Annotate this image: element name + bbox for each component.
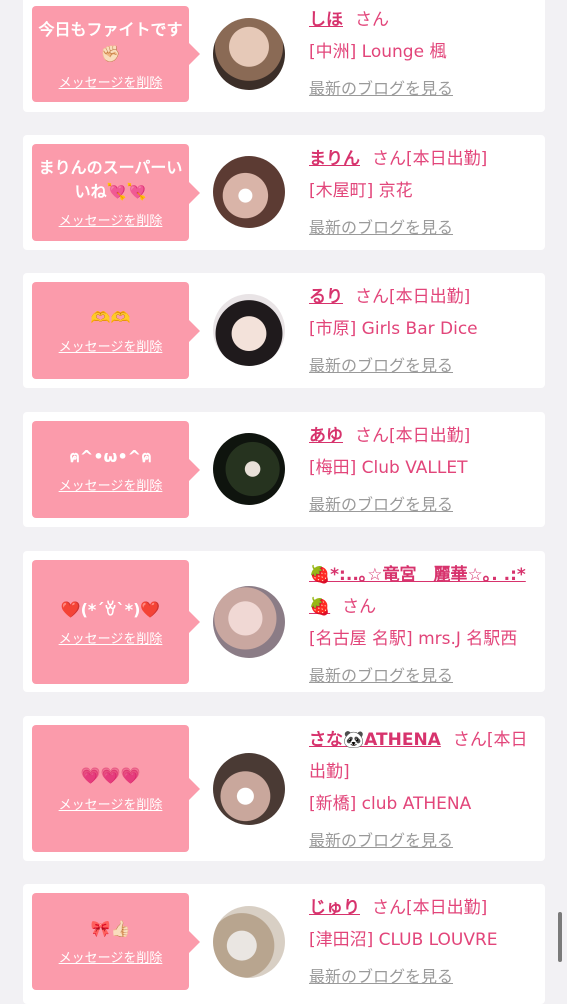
list-item: 🫶🫶 メッセージを削除 るり さん[本日出勤] [市原] Girls Bar Di…	[23, 273, 545, 388]
shop-name: [名古屋 名駅] mrs.J 名駅西	[309, 629, 518, 649]
message-bubble: ❤️(*´ꈊ`*)❤️ メッセージを削除	[32, 560, 200, 684]
blog-link[interactable]: 最新のブログを見る	[309, 826, 537, 856]
list-item: ฅ^•ω•^ฅ メッセージを削除 あゆ さん[本日出勤] [梅田] Club VA…	[23, 412, 545, 527]
list-item: まりんのスーパーいいね💘💘 メッセージを削除 まりん さん[本日出勤] [木屋町]…	[23, 135, 545, 250]
shop-name: [市原] Girls Bar Dice	[309, 319, 478, 339]
message-text: ฅ^•ω•^ฅ	[69, 447, 152, 466]
list-item: ❤️(*´ꈊ`*)❤️ メッセージを削除 🍓*:..｡☆竜宮 麗華☆｡. .:*…	[23, 551, 545, 692]
delete-message-link[interactable]: メッセージを削除	[59, 72, 163, 91]
message-text: 今日もファイトです✊🏻	[38, 19, 183, 63]
avatar[interactable]	[213, 753, 285, 825]
name-suffix: さん	[342, 597, 377, 617]
message-bubble: 💗💗💗 メッセージを削除	[32, 725, 200, 852]
avatar[interactable]	[213, 433, 285, 505]
name-suffix: さん[本日出勤]	[355, 287, 471, 307]
shop-name: [中洲] Lounge 楓	[309, 42, 447, 62]
shop-name: [木屋町] 京花	[309, 181, 413, 201]
name-suffix: さん[本日出勤]	[372, 898, 488, 918]
delete-message-link[interactable]: メッセージを削除	[59, 210, 163, 229]
shop-name: [梅田] Club VALLET	[309, 458, 468, 478]
blog-link[interactable]: 最新のブログを見る	[309, 962, 537, 992]
message-bubble: まりんのスーパーいいね💘💘 メッセージを削除	[32, 144, 200, 241]
cast-name-link[interactable]: さな🐼ATHENA	[309, 730, 441, 750]
shop-name: [津田沼] CLUB LOUVRE	[309, 930, 498, 950]
delete-message-link[interactable]: メッセージを削除	[59, 947, 163, 966]
delete-message-link[interactable]: メッセージを削除	[59, 628, 163, 647]
blog-link[interactable]: 最新のブログを見る	[309, 351, 537, 381]
message-text: ❤️(*´ꈊ`*)❤️	[60, 599, 161, 619]
message-bubble: ฅ^•ω•^ฅ メッセージを削除	[32, 421, 200, 518]
blog-link[interactable]: 最新のブログを見る	[309, 213, 537, 243]
avatar[interactable]	[213, 906, 285, 978]
message-text: 🫶🫶	[90, 308, 131, 327]
avatar[interactable]	[213, 294, 285, 366]
name-suffix: さん	[355, 10, 389, 30]
cast-name-link[interactable]: じゅり	[309, 898, 360, 918]
message-bubble: 今日もファイトです✊🏻 メッセージを削除	[32, 6, 200, 102]
blog-link[interactable]: 最新のブログを見る	[309, 74, 537, 104]
list-item: 🎀👍🏻 メッセージを削除 じゅり さん[本日出勤] [津田沼] CLUB LOUV…	[23, 884, 545, 1004]
cast-name-link[interactable]: るり	[309, 287, 343, 307]
cast-name-link[interactable]: あゆ	[309, 426, 343, 446]
blog-link[interactable]: 最新のブログを見る	[309, 661, 537, 691]
list-item: 今日もファイトです✊🏻 メッセージを削除 しほ さん [中洲] Lounge 楓 …	[23, 0, 545, 112]
list-item: 💗💗💗 メッセージを削除 さな🐼ATHENA さん[本日出勤] [新橋] club…	[23, 716, 545, 861]
shop-name: [新橋] club ATHENA	[309, 794, 472, 814]
message-bubble: 🫶🫶 メッセージを削除	[32, 282, 200, 379]
avatar[interactable]	[213, 156, 285, 228]
message-text: 💗💗💗	[80, 766, 141, 785]
avatar[interactable]	[213, 18, 285, 90]
message-text: 🎀👍🏻	[90, 919, 131, 938]
delete-message-link[interactable]: メッセージを削除	[59, 336, 163, 355]
name-suffix: さん[本日出勤]	[355, 426, 471, 446]
blog-link[interactable]: 最新のブログを見る	[309, 490, 537, 520]
delete-message-link[interactable]: メッセージを削除	[59, 794, 163, 813]
message-text: まりんのスーパーいいね💘💘	[38, 158, 183, 201]
scrollbar[interactable]	[558, 912, 562, 962]
message-bubble: 🎀👍🏻 メッセージを削除	[32, 893, 200, 990]
cast-name-link[interactable]: まりん	[309, 149, 360, 169]
delete-message-link[interactable]: メッセージを削除	[59, 475, 163, 494]
name-suffix: さん[本日出勤]	[372, 149, 488, 169]
cast-name-link[interactable]: しほ	[309, 10, 343, 30]
avatar[interactable]	[213, 586, 285, 658]
